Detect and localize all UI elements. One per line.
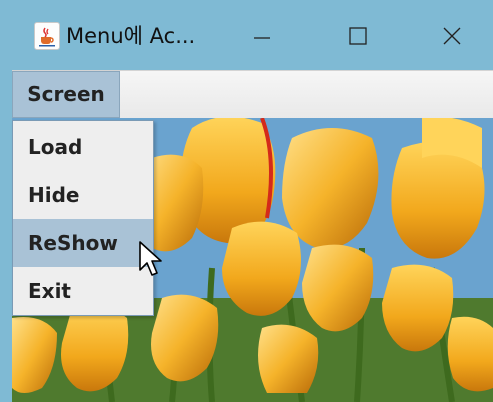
menu-item-reshow[interactable]: ReShow [13,219,153,267]
window-title: Menu에 Ac... [66,24,196,48]
close-button[interactable] [430,18,474,54]
window-border-left [0,70,12,402]
app-window: Menu에 Ac... Screen Load Hide ReShow Exit [0,0,493,402]
title-bar[interactable]: Menu에 Ac... [0,0,493,70]
menu-item-hide[interactable]: Hide [13,171,153,219]
menu-screen[interactable]: Screen [12,71,120,118]
java-cup-icon [34,22,60,50]
close-icon [443,27,461,45]
screen-dropdown-menu: Load Hide ReShow Exit [12,120,154,316]
menu-item-load[interactable]: Load [13,123,153,171]
menu-item-exit[interactable]: Exit [13,267,153,315]
menu-bar: Screen [12,70,493,118]
minimize-button[interactable] [240,18,284,54]
maximize-button[interactable] [336,18,380,54]
minimize-icon [254,37,270,39]
maximize-icon [349,27,367,45]
mouse-pointer-icon [139,241,162,276]
